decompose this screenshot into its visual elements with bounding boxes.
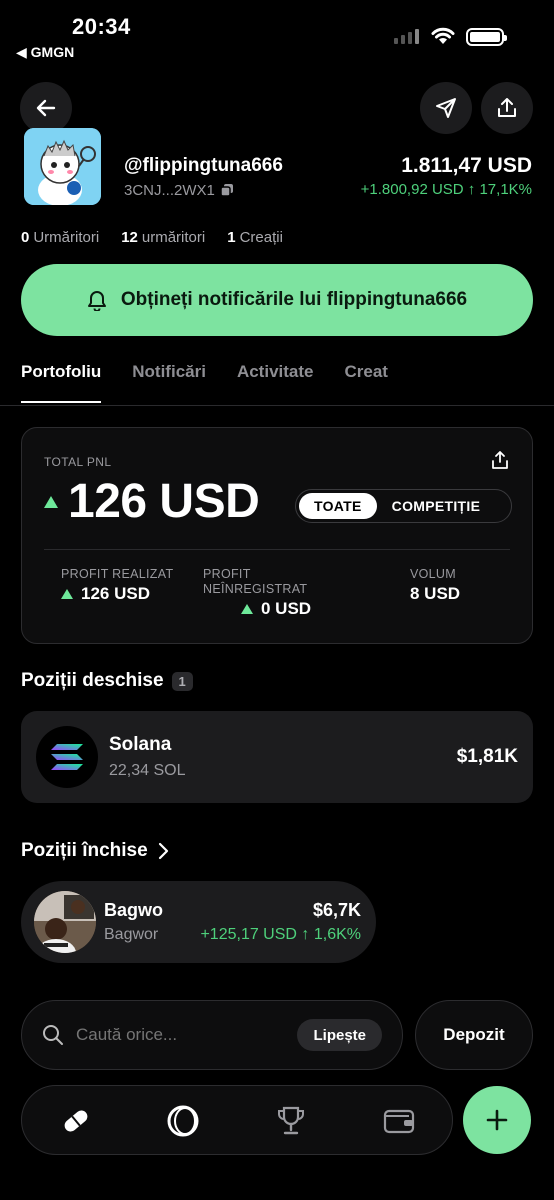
tabs-divider <box>0 405 554 406</box>
position-name: Solana <box>109 734 172 755</box>
closed-position-card[interactable]: Bagwo Bagwor $6,7K +125,17 USD ↑ 1,6K% <box>21 881 376 963</box>
wallet-address[interactable]: 3CNJ...2WX1 <box>124 182 234 199</box>
realized-profit-value: 126 USD <box>81 584 150 603</box>
position-amount: 22,34 SOL <box>109 762 186 779</box>
wallet-icon <box>383 1109 415 1134</box>
open-positions-title: Poziții deschise <box>21 670 164 691</box>
closed-positions-title: Poziții închise <box>21 840 148 861</box>
closed-position-value: $6,7K <box>312 900 361 920</box>
search-input[interactable] <box>76 1025 276 1045</box>
unrealized-profit-label-1: PROFIT <box>203 567 251 581</box>
open-positions-count: 1 <box>171 671 193 691</box>
tab-activity[interactable]: Activitate <box>237 362 314 400</box>
position-value: $1,81K <box>456 746 518 767</box>
filter-competition-button[interactable]: COMPETIȚIE <box>377 493 496 519</box>
nav-trophy[interactable] <box>273 1103 309 1139</box>
closed-position-change: +125,17 USD ↑ 1,6K% <box>200 926 361 943</box>
back-to-app-link[interactable]: ◀ GMGN <box>16 44 74 61</box>
ring-icon <box>167 1105 199 1137</box>
tab-created[interactable]: Creat <box>344 362 387 400</box>
triangle-up-icon <box>44 495 58 508</box>
wifi-icon <box>431 27 455 44</box>
back-button[interactable] <box>20 82 72 134</box>
search-bar[interactable]: Lipește <box>21 1000 403 1070</box>
following-stat[interactable]: 12 urmăritori <box>121 229 205 246</box>
open-positions-header: Poziții deschise 1 <box>21 670 193 692</box>
profile-handle: @flippingtuna666 <box>124 155 283 176</box>
solana-logo-icon <box>36 726 98 788</box>
pnl-label: TOTAL PNL <box>44 455 112 469</box>
send-button[interactable] <box>420 82 472 134</box>
pnl-filter-toggle: TOATE COMPETIȚIE <box>295 489 512 523</box>
wallet-balance: 1.811,47 USD <box>401 154 532 177</box>
position-card-solana[interactable]: Solana 22,34 SOL $1,81K <box>21 711 533 803</box>
closed-position-symbol: Bagwor <box>104 926 159 943</box>
closed-position-name: Bagwo <box>104 900 164 920</box>
bell-icon <box>87 291 106 311</box>
arrow-left-icon <box>36 99 56 117</box>
deposit-button[interactable]: Depozit <box>415 1000 533 1070</box>
chevron-right-icon <box>158 842 168 860</box>
share-icon <box>498 98 516 117</box>
followers-stat[interactable]: 0 Urmăritori <box>21 229 99 246</box>
realized-profit-label: PROFIT REALIZAT <box>61 567 174 581</box>
bottom-nav <box>21 1085 453 1155</box>
send-icon <box>436 98 456 118</box>
paste-button[interactable]: Lipește <box>297 1019 382 1051</box>
share-pnl-icon[interactable] <box>490 450 510 470</box>
status-bar: 20:34 ◀ GMGN <box>0 0 554 70</box>
copy-icon[interactable] <box>220 184 234 197</box>
pnl-total-value: 126 USD <box>68 475 260 528</box>
volume-label: VOLUM <box>410 567 456 581</box>
nav-circle[interactable] <box>165 1103 201 1139</box>
status-time: 20:34 <box>72 14 131 39</box>
volume-value: 8 USD <box>410 584 461 603</box>
battery-icon <box>466 28 507 46</box>
unrealized-profit: PROFIT NEÎNREGISTRAT 0 USD <box>203 567 312 618</box>
pnl-card: TOTAL PNL 126 USD TOATE COMPETIȚIE PROFI… <box>21 427 533 644</box>
triangle-up-icon <box>241 603 253 614</box>
share-button[interactable] <box>481 82 533 134</box>
volume: VOLUM 8 USD <box>410 567 461 603</box>
plus-icon <box>486 1109 508 1131</box>
profile-avatar <box>24 128 101 205</box>
token-avatar <box>34 891 96 953</box>
filter-all-button[interactable]: TOATE <box>299 493 377 519</box>
pnl-total: 126 USD <box>44 474 260 529</box>
wallet-address-text: 3CNJ...2WX1 <box>124 182 215 199</box>
search-icon <box>43 1025 63 1045</box>
pnl-divider <box>44 549 510 550</box>
cellular-signal-icon <box>394 28 419 44</box>
tab-notifications[interactable]: Notificări <box>132 362 206 400</box>
get-notifications-button[interactable]: Obțineți notificările lui flippingtuna66… <box>21 264 533 336</box>
created-stat[interactable]: 1 Creații <box>227 229 283 246</box>
add-button[interactable] <box>463 1086 531 1154</box>
get-notifications-label: Obțineți notificările lui flippingtuna66… <box>120 289 468 310</box>
tab-portfolio[interactable]: Portofoliu <box>21 362 102 403</box>
triangle-up-icon <box>61 588 73 599</box>
realized-profit: PROFIT REALIZAT 126 USD <box>61 567 174 603</box>
nav-wallet[interactable] <box>381 1103 417 1139</box>
unrealized-profit-value: 0 USD <box>261 599 312 618</box>
nav-pill[interactable] <box>58 1103 94 1139</box>
closed-positions-header[interactable]: Poziții închise <box>21 840 170 862</box>
balance-change: +1.800,92 USD ↑ 17,1K% <box>360 181 532 198</box>
profile-stats: 0 Urmăritori 12 urmăritori 1 Creații <box>21 229 283 246</box>
pill-icon <box>64 1110 88 1132</box>
trophy-icon <box>278 1106 304 1135</box>
unrealized-profit-label-2: NEÎNREGISTRAT <box>203 582 308 596</box>
profile-tabs: Portofoliu Notificări Activitate Creat <box>21 362 388 403</box>
